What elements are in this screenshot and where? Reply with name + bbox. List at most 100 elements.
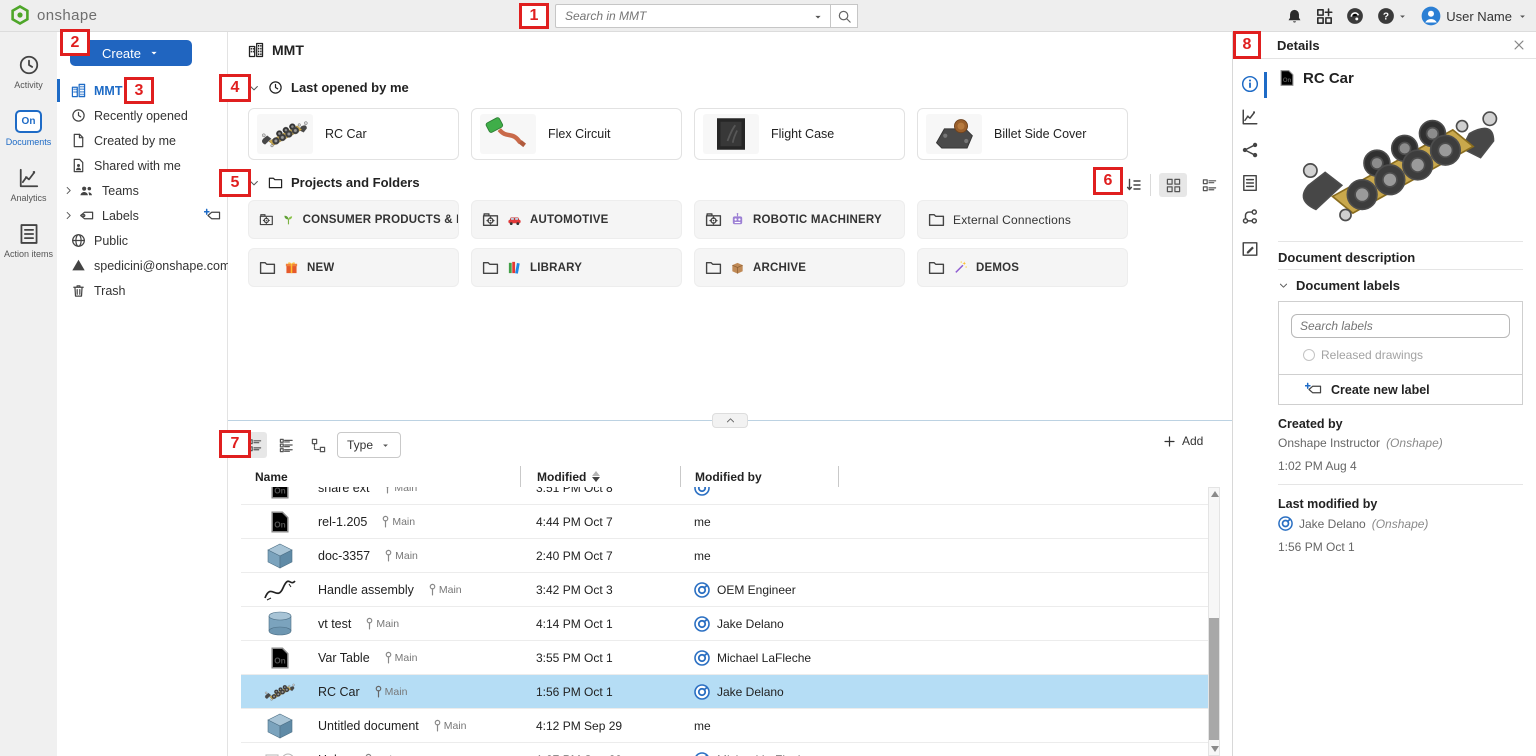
table-row-doc-3357[interactable]: doc-3357 Main 2:40 PM Oct 7 me — [241, 539, 1208, 573]
tree-view-icon — [311, 438, 326, 453]
list-view-button[interactable] — [1195, 173, 1223, 197]
rail-item-activity[interactable]: Activity — [0, 54, 57, 90]
scroll-down-arrow[interactable] — [1211, 746, 1219, 752]
last-opened-section-header: Last opened by me — [248, 80, 409, 95]
close-icon[interactable] — [1512, 38, 1526, 52]
document-card-billet-side-cover[interactable]: Billet Side Cover — [917, 108, 1128, 160]
details-tab-analytics[interactable] — [1241, 108, 1259, 126]
search-button[interactable] — [831, 4, 858, 28]
rail-item-action-items[interactable]: Action items — [0, 223, 57, 259]
table-scrollbar[interactable] — [1208, 487, 1220, 756]
seedling-icon — [282, 212, 295, 227]
collapse-table-button[interactable] — [712, 413, 748, 428]
table-row-handle-assembly[interactable]: Handle assembly Main 3:42 PM Oct 3 OEM E… — [241, 573, 1208, 607]
sidebar-item-public[interactable]: Public — [57, 228, 227, 253]
search-labels-input[interactable] — [1291, 314, 1510, 338]
onshape-logo-text: onshape — [37, 7, 97, 24]
document-card-flex-circuit[interactable]: Flex Circuit — [471, 108, 682, 160]
table-row-holes[interactable]: Holes Main 1:27 PM Sep 29 Michael LaFlec… — [241, 743, 1208, 756]
document-labels-header[interactable]: Document labels — [1278, 269, 1523, 297]
grid-view-icon — [1166, 178, 1181, 193]
project-card-consumer-products[interactable]: CONSUMER PRODUCTS & RE... — [248, 200, 459, 239]
sidebar-item-labels[interactable]: Labels — [57, 203, 227, 228]
app-store-icon[interactable] — [1316, 8, 1333, 25]
table-row-untitled-document[interactable]: Untitled document Main 4:12 PM Sep 29 me — [241, 709, 1208, 743]
column-header-modified-by[interactable]: Modified by — [680, 466, 838, 487]
rail-item-documents[interactable]: On Documents — [0, 110, 57, 147]
car-icon — [507, 212, 522, 227]
rc-car-thumbnail — [262, 678, 298, 705]
document-card-rc-car[interactable]: RC Car — [248, 108, 459, 160]
documents-icon: On — [15, 110, 42, 133]
rail-item-analytics[interactable]: Analytics — [0, 167, 57, 203]
app-rail: Activity On Documents Analytics Action i… — [0, 32, 57, 756]
folder-card-archive[interactable]: ARCHIVE — [694, 248, 905, 287]
sidebar-item-trash[interactable]: Trash — [57, 278, 227, 303]
document-description-header: Document description — [1278, 241, 1523, 269]
user-menu[interactable]: User Name — [1421, 6, 1528, 26]
notes-icon — [1241, 240, 1259, 258]
plus-icon — [1163, 435, 1176, 448]
details-tab-notes[interactable] — [1241, 240, 1259, 258]
drive-icon — [71, 258, 86, 273]
details-tab-properties[interactable] — [1241, 174, 1259, 192]
create-new-label-button[interactable]: Create new label — [1279, 374, 1522, 404]
main-content: MMT Last opened by me RC Car Flex Circui… — [228, 32, 1232, 756]
sidebar-item-teams[interactable]: Teams — [57, 178, 227, 203]
table-row-rc-car[interactable]: RC Car Main 1:56 PM Oct 1 Jake Delano — [241, 675, 1208, 709]
sort-order-icon[interactable] — [1126, 177, 1142, 193]
rail-label-action-items: Action items — [4, 249, 53, 259]
sidebar-item-drive-account[interactable]: spedicini@onshape.com — [57, 253, 227, 278]
sidebar-item-created-by-me[interactable]: Created by me — [57, 128, 227, 153]
add-button[interactable]: Add — [1163, 434, 1203, 448]
table-tree-view-button[interactable] — [305, 432, 331, 458]
sidebar-label-recently-opened: Recently opened — [94, 109, 188, 123]
table-row-vt-test[interactable]: vt test Main 4:14 PM Oct 1 Jake Delano — [241, 607, 1208, 641]
released-drawings-option[interactable]: Released drawings — [1279, 348, 1522, 374]
details-tab-share[interactable] — [1241, 141, 1259, 159]
scroll-up-arrow[interactable] — [1211, 491, 1219, 497]
type-filter-button[interactable]: Type — [337, 432, 401, 458]
column-header-name[interactable]: Name — [241, 466, 520, 487]
callout-5: 5 — [219, 169, 251, 197]
gift-icon — [284, 260, 299, 275]
table-row-rel-1205[interactable]: rel-1.205 Main 4:44 PM Oct 7 me — [241, 505, 1208, 539]
company-building-icon — [71, 83, 86, 98]
sidebar-item-recently-opened[interactable]: Recently opened — [57, 103, 227, 128]
search-input[interactable] — [555, 4, 831, 28]
project-card-robotic-machinery[interactable]: ROBOTIC MACHINERY — [694, 200, 905, 239]
folder-icon — [928, 259, 945, 276]
notifications-bell-icon[interactable] — [1286, 8, 1303, 25]
parts-thumbnail — [262, 746, 298, 756]
list-view-icon — [1202, 178, 1217, 193]
folder-card-external-connections[interactable]: External Connections — [917, 200, 1128, 239]
scrollbar-thumb[interactable] — [1209, 618, 1219, 740]
folder-icon — [259, 259, 276, 276]
folder-card-library[interactable]: LIBRARY — [471, 248, 682, 287]
project-card-automotive[interactable]: AUTOMOTIVE — [471, 200, 682, 239]
sidebar-item-shared-with-me[interactable]: Shared with me — [57, 153, 227, 178]
flight-case-thumbnail — [703, 114, 759, 154]
help-menu[interactable] — [1377, 7, 1408, 25]
table-row-share-ext[interactable]: share ext Main 3:51 PM Oct 8 — [241, 487, 1208, 505]
add-label-icon[interactable] — [204, 208, 221, 223]
table-row-var-table[interactable]: Var Table Main 3:55 PM Oct 1 Michael LaF… — [241, 641, 1208, 675]
folder-card-new[interactable]: NEW — [248, 248, 459, 287]
table-compact-view-button[interactable] — [273, 432, 299, 458]
folder-card-demos[interactable]: DEMOS — [917, 248, 1128, 287]
document-card-flight-case[interactable]: Flight Case — [694, 108, 905, 160]
community-icon[interactable] — [1346, 7, 1364, 25]
column-header-modified[interactable]: Modified — [520, 466, 680, 487]
user-avatar — [694, 684, 710, 700]
details-tab-info[interactable] — [1241, 75, 1259, 93]
details-tab-versions[interactable] — [1241, 207, 1259, 225]
grid-view-button[interactable] — [1159, 173, 1187, 197]
last-opened-title: Last opened by me — [291, 80, 409, 95]
created-by-block: Created by Onshape Instructor (Onshape) … — [1278, 405, 1523, 473]
details-title: Details — [1277, 38, 1320, 53]
create-button-label: Create — [102, 46, 141, 61]
details-panel: Details RC Car Document description Docu… — [1232, 32, 1536, 756]
search-scope-caret-icon[interactable] — [812, 11, 824, 23]
flex-circuit-thumbnail — [480, 114, 536, 154]
branch-icon — [374, 685, 383, 698]
